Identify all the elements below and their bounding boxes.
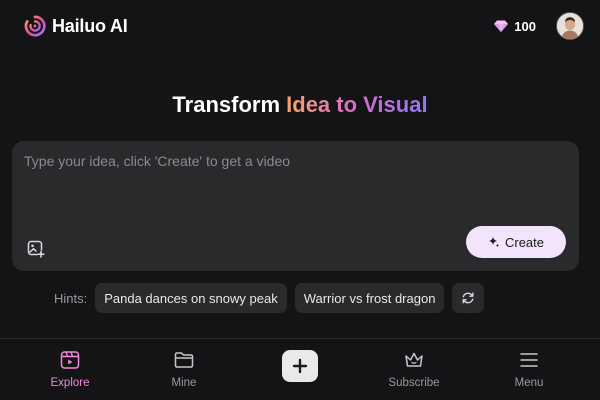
menu-icon (520, 353, 538, 367)
title-plain: Transform (172, 92, 281, 117)
nav-create-button[interactable] (282, 350, 318, 382)
bottom-nav: Explore Mine Subscribe Menu (0, 338, 600, 400)
hint-chip[interactable]: Panda dances on snowy peak (95, 283, 287, 313)
nav-explore-label: Explore (50, 377, 90, 389)
nav-menu-label: Menu (514, 377, 544, 389)
credits-count: 100 (514, 18, 536, 34)
title-highlight: Idea to Visual (286, 92, 428, 117)
create-button-label: Create (504, 234, 545, 250)
brand[interactable]: Hailuo AI (24, 15, 128, 37)
hints-label: Hints: (54, 290, 88, 306)
nav-subscribe[interactable]: Subscribe (374, 349, 454, 393)
brand-name: Hailuo AI (52, 15, 128, 36)
hints-row: Hints: Panda dances on snowy peak Warrio… (54, 283, 485, 313)
nav-menu[interactable]: Menu (489, 349, 569, 393)
image-upload-button[interactable] (26, 239, 46, 259)
user-avatar[interactable] (556, 12, 584, 40)
sparkle-icon (488, 237, 499, 247)
top-header: Hailuo AI 100 (0, 0, 600, 52)
plus-icon (292, 358, 308, 374)
avatar-image (557, 13, 583, 39)
explore-icon (60, 351, 80, 369)
crown-icon (405, 352, 423, 367)
refresh-hints-button[interactable] (452, 283, 485, 313)
folder-icon (174, 352, 194, 368)
create-button[interactable]: Create (466, 226, 566, 258)
header-actions: 100 (493, 12, 584, 40)
hint-chip[interactable]: Warrior vs frost dragon (294, 283, 445, 313)
image-upload-icon (27, 240, 45, 258)
gem-icon (494, 20, 509, 32)
nav-explore[interactable]: Explore (30, 349, 110, 393)
prompt-card: Create (12, 141, 579, 271)
nav-mine[interactable]: Mine (144, 349, 224, 393)
credits-badge[interactable]: 100 (493, 18, 536, 34)
page-title: Transform Idea to Visual (0, 92, 600, 118)
nav-mine-label: Mine (171, 377, 197, 389)
hailuo-logo-icon (24, 15, 46, 37)
refresh-icon (462, 292, 474, 304)
prompt-input[interactable] (24, 153, 564, 213)
nav-subscribe-label: Subscribe (388, 377, 440, 389)
